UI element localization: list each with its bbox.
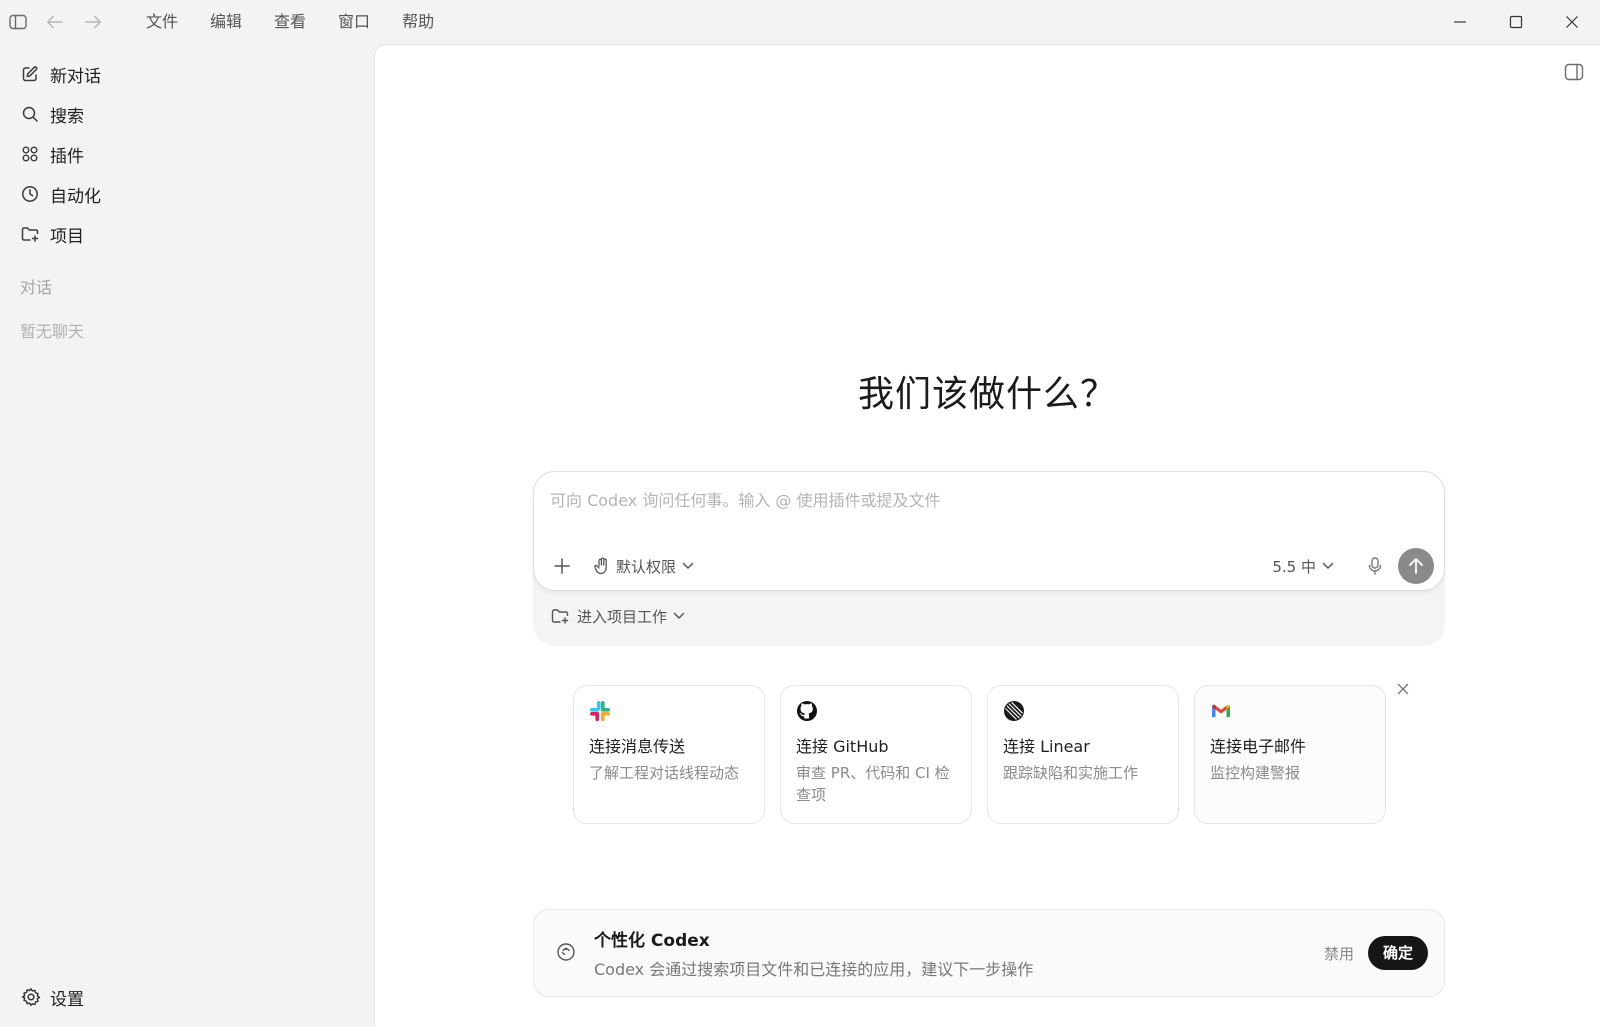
arrow-up-icon <box>1409 558 1423 574</box>
connect-email-card[interactable]: 连接电子邮件 监控构建警报 <box>1194 685 1386 824</box>
slack-icon <box>589 700 611 722</box>
forward-arrow-icon[interactable] <box>74 0 112 44</box>
personalize-banner: 个性化 Codex Codex 会通过搜索项目文件和已连接的应用，建议下一步操作… <box>533 909 1445 997</box>
sidebar-item-automation[interactable]: 自动化 <box>0 174 374 214</box>
sidebar-item-plugins[interactable]: 插件 <box>0 134 374 174</box>
gmail-icon <box>1210 700 1232 722</box>
add-attachment-button[interactable] <box>544 548 580 584</box>
settings-label: 设置 <box>50 989 84 1010</box>
chevron-down-icon <box>673 612 685 620</box>
sidebar-item-search[interactable]: 搜索 <box>0 94 374 134</box>
composer-container: 默认权限 5.5 中 <box>533 471 1445 646</box>
folder-plus-icon <box>20 224 40 244</box>
sidebar-item-label: 项目 <box>50 226 84 247</box>
menu-view[interactable]: 查看 <box>258 0 322 44</box>
plus-icon <box>554 558 570 574</box>
sidebar: 新对话 搜索 插件 自动化 项目 对话 暂无聊天 设置 <box>0 44 374 1027</box>
github-icon <box>796 700 818 722</box>
menu-edit[interactable]: 编辑 <box>194 0 258 44</box>
project-label: 进入项目工作 <box>577 607 668 626</box>
card-description: 了解工程对话线程动态 <box>589 764 740 782</box>
menu-bar: 文件 编辑 查看 窗口 帮助 <box>130 0 450 44</box>
conversations-section-label: 对话 <box>20 278 53 297</box>
card-title: 连接消息传送 <box>589 737 686 756</box>
sidebar-nav: 新对话 搜索 插件 自动化 项目 <box>0 44 374 254</box>
close-window-button[interactable] <box>1544 0 1600 44</box>
grid-icon <box>20 144 40 164</box>
permission-dropdown[interactable]: 默认权限 <box>594 550 694 582</box>
edit-icon <box>20 64 40 84</box>
model-label: 5.5 中 <box>1272 557 1316 576</box>
close-icon <box>1397 683 1409 695</box>
window-controls <box>1432 0 1600 44</box>
sidebar-item-label: 自动化 <box>50 186 101 207</box>
banner-description: Codex 会通过搜索项目文件和已连接的应用，建议下一步操作 <box>594 960 1034 979</box>
connect-messaging-card[interactable]: 连接消息传送 了解工程对话线程动态 <box>573 685 765 824</box>
chevron-down-icon <box>682 562 694 570</box>
folder-plus-icon <box>551 608 569 624</box>
minimize-button[interactable] <box>1432 0 1488 44</box>
no-chats-label: 暂无聊天 <box>20 322 85 341</box>
chevron-down-icon <box>1322 562 1334 570</box>
panel-toggle-icon[interactable] <box>1564 63 1584 81</box>
prompt-input[interactable] <box>550 488 1410 512</box>
card-title: 连接 GitHub <box>796 737 889 756</box>
composer: 默认权限 5.5 中 <box>533 471 1445 591</box>
linear-icon <box>1003 700 1025 722</box>
connect-linear-card[interactable]: 连接 Linear 跟踪缺陷和实施工作 <box>987 685 1179 824</box>
microphone-icon <box>1368 557 1382 575</box>
sidebar-item-label: 新对话 <box>50 66 101 87</box>
card-description: 监控构建警报 <box>1210 764 1301 782</box>
settings-button[interactable]: 设置 <box>0 979 84 1015</box>
maximize-button[interactable] <box>1488 0 1544 44</box>
menu-window[interactable]: 窗口 <box>322 0 386 44</box>
model-dropdown[interactable]: 5.5 中 <box>1272 550 1334 582</box>
sidebar-item-new-chat[interactable]: 新对话 <box>0 54 374 94</box>
sidebar-item-label: 插件 <box>50 146 84 167</box>
gear-icon <box>20 986 42 1008</box>
card-title: 连接电子邮件 <box>1210 737 1307 756</box>
send-button[interactable] <box>1398 548 1434 584</box>
dismiss-cards-button[interactable] <box>1391 677 1415 701</box>
card-title: 连接 Linear <box>1003 737 1090 756</box>
confirm-button[interactable]: 确定 <box>1367 936 1428 970</box>
integration-cards: 连接消息传送 了解工程对话线程动态 连接 GitHub 审查 PR、代码和 CI… <box>573 685 1386 824</box>
card-description: 审查 PR、代码和 CI 检查项 <box>796 764 950 804</box>
disable-button[interactable]: 禁用 <box>1324 938 1354 970</box>
hand-icon <box>594 557 610 575</box>
card-description: 跟踪缺陷和实施工作 <box>1003 764 1139 782</box>
page-title: 我们该做什么？ <box>857 374 1117 415</box>
connect-github-card[interactable]: 连接 GitHub 审查 PR、代码和 CI 检查项 <box>780 685 972 824</box>
back-arrow-icon[interactable] <box>36 0 74 44</box>
menu-help[interactable]: 帮助 <box>386 0 450 44</box>
permission-label: 默认权限 <box>616 557 677 576</box>
title-bar: 文件 编辑 查看 窗口 帮助 <box>0 0 1600 44</box>
menu-file[interactable]: 文件 <box>130 0 194 44</box>
sidebar-item-label: 搜索 <box>50 106 84 127</box>
banner-title: 个性化 Codex <box>594 931 710 951</box>
sidebar-item-projects[interactable]: 项目 <box>0 214 374 254</box>
composer-toolbar: 默认权限 5.5 中 <box>534 548 1444 584</box>
search-icon <box>20 104 40 124</box>
clock-icon <box>20 184 40 204</box>
microphone-button[interactable] <box>1360 548 1390 584</box>
sidebar-toggle-icon[interactable] <box>0 0 36 44</box>
project-dropdown[interactable]: 进入项目工作 <box>551 604 685 628</box>
personalize-icon <box>556 942 576 962</box>
main-panel: 我们该做什么？ 默认权限 5.5 中 <box>374 44 1600 1027</box>
